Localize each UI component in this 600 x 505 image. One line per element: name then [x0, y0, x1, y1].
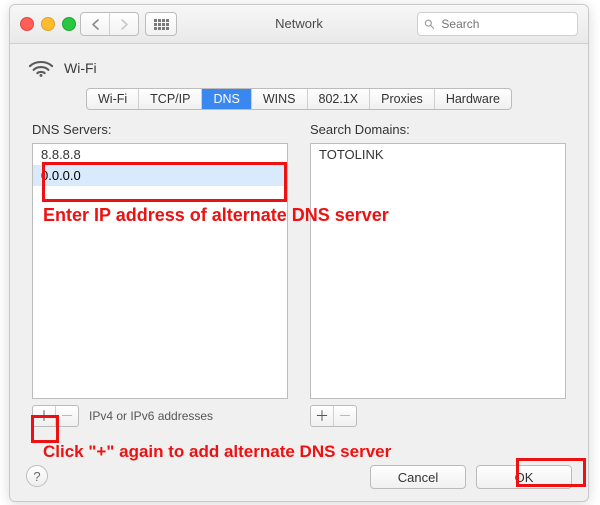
connection-name: Wi-Fi	[64, 60, 97, 76]
dns-server-row-editing[interactable]: 0.0.0.0	[33, 165, 287, 186]
domains-add-remove: ＋ －	[310, 405, 357, 427]
dns-add-button[interactable]: ＋	[33, 406, 55, 426]
grid-icon	[154, 19, 169, 30]
search-input[interactable]	[439, 16, 571, 32]
window-controls	[20, 17, 76, 31]
toolbar-nav-group	[80, 12, 177, 36]
tab-dns[interactable]: DNS	[201, 89, 250, 109]
search-domain-row[interactable]: TOTOLINK	[311, 144, 565, 165]
dns-add-remove: ＋ －	[32, 405, 79, 427]
connection-header: Wi-Fi	[10, 44, 588, 82]
dns-hint: IPv4 or IPv6 addresses	[89, 409, 213, 423]
search-domains-list[interactable]: TOTOLINK	[310, 143, 566, 399]
chevron-left-icon	[91, 19, 100, 30]
cancel-button[interactable]: Cancel	[370, 465, 466, 489]
ok-button[interactable]: OK	[476, 465, 572, 489]
help-button[interactable]: ?	[26, 465, 48, 487]
close-window-button[interactable]	[20, 17, 34, 31]
domains-add-button[interactable]: ＋	[311, 406, 333, 426]
tab-proxies[interactable]: Proxies	[369, 89, 434, 109]
dns-server-row[interactable]: 8.8.8.8	[33, 144, 287, 165]
dns-servers-column: DNS Servers: 8.8.8.8 0.0.0.0 ＋ － IPv4 or…	[32, 120, 288, 427]
footer: ? Cancel OK	[10, 453, 588, 501]
window: Network Wi-Fi Wi-Fi TCP/IP DNS WINS	[9, 4, 589, 502]
dns-servers-list[interactable]: 8.8.8.8 0.0.0.0	[32, 143, 288, 399]
tab-hardware[interactable]: Hardware	[434, 89, 511, 109]
minimize-window-button[interactable]	[41, 17, 55, 31]
back-forward-segment	[80, 12, 139, 36]
zoom-window-button[interactable]	[62, 17, 76, 31]
help-icon: ?	[33, 469, 40, 484]
search-domains-label: Search Domains:	[310, 122, 566, 137]
search-icon	[424, 18, 434, 30]
wifi-icon	[28, 58, 54, 78]
tab-tcpip[interactable]: TCP/IP	[138, 89, 201, 109]
chevron-right-icon	[120, 19, 129, 30]
forward-button[interactable]	[109, 13, 138, 35]
dns-servers-label: DNS Servers:	[32, 122, 288, 137]
dns-servers-controls: ＋ － IPv4 or IPv6 addresses	[32, 405, 288, 427]
back-button[interactable]	[81, 13, 109, 35]
tab-8021x[interactable]: 802.1X	[307, 89, 370, 109]
tab-wifi[interactable]: Wi-Fi	[87, 89, 138, 109]
dns-panel: DNS Servers: 8.8.8.8 0.0.0.0 ＋ － IPv4 or…	[10, 120, 588, 427]
domains-remove-button[interactable]: －	[333, 406, 356, 426]
show-all-button[interactable]	[145, 12, 177, 36]
tabs-bar: Wi-Fi TCP/IP DNS WINS 802.1X Proxies Har…	[10, 82, 588, 120]
titlebar: Network	[10, 5, 588, 44]
dns-remove-button[interactable]: －	[55, 406, 78, 426]
search-field[interactable]	[417, 12, 578, 36]
search-domains-column: Search Domains: TOTOLINK ＋ －	[310, 120, 566, 427]
search-domains-controls: ＋ －	[310, 405, 566, 427]
tab-wins[interactable]: WINS	[251, 89, 307, 109]
tabs: Wi-Fi TCP/IP DNS WINS 802.1X Proxies Har…	[86, 88, 512, 110]
